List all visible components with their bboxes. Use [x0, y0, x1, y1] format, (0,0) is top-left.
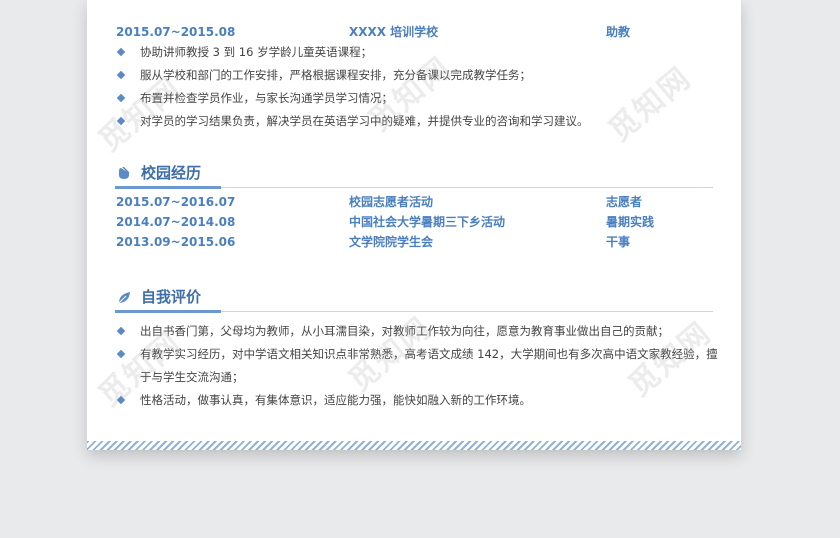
diamond-bullet-icon	[116, 70, 126, 80]
section-underline	[115, 186, 221, 189]
bottom-stripe	[87, 441, 741, 450]
section-underline	[115, 310, 221, 313]
campus-row: 2013.09~2015.06 文学院院学生会 干事	[116, 235, 631, 249]
diamond-bullet-icon	[116, 326, 126, 336]
section-title: 校园经历	[141, 164, 202, 182]
work-org: XXXX 培训学校	[349, 25, 439, 39]
campus-row: 2015.07~2016.07 校园志愿者活动 志愿者	[116, 195, 643, 209]
work-period: 2015.07~2015.08	[116, 25, 236, 39]
section-title: 自我评价	[141, 288, 202, 306]
mouse-icon	[117, 166, 131, 180]
diamond-bullet-icon	[116, 47, 126, 57]
leaf-icon	[117, 290, 131, 305]
section-campus-header: 校园经历	[115, 163, 713, 189]
work-role: 助教	[606, 25, 631, 39]
work-row: 2015.07~2015.08 XXXX 培训学校 助教	[87, 24, 741, 40]
campus-row: 2014.07~2014.08 中国社会大学暑期三下乡活动 暑期实践	[116, 215, 655, 229]
self-item: 性格活动，做事认真，有集体意识，适应能力强，能快如融入新的工作环境。	[116, 389, 721, 412]
